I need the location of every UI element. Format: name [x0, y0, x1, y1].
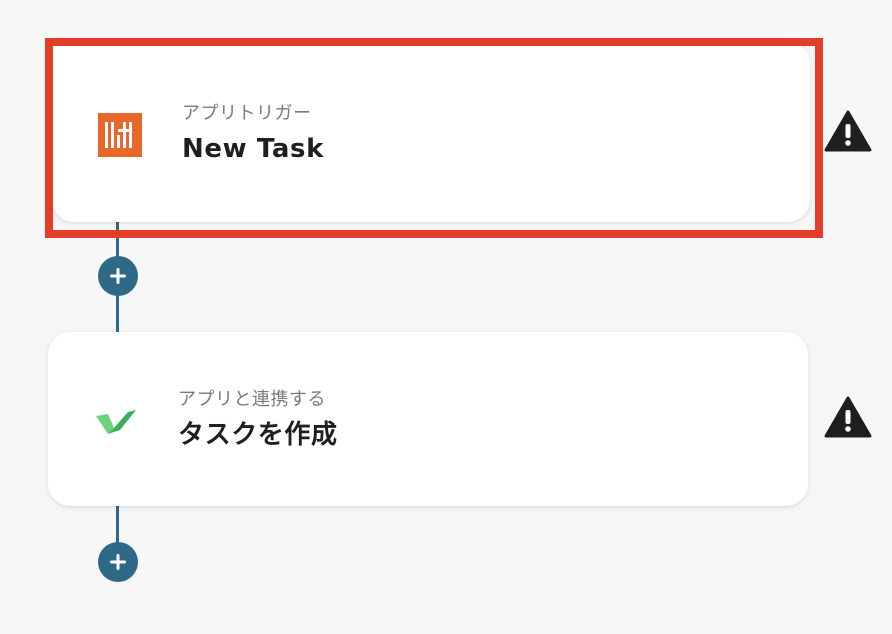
step-subtitle: アプリトリガー: [182, 103, 312, 124]
action-step-text: アプリと連携する タスクを作成: [178, 388, 338, 452]
warning-icon[interactable]: [824, 110, 872, 152]
step-subtitle: アプリと連携する: [178, 389, 326, 410]
add-step-button[interactable]: [98, 256, 138, 296]
trigger-app-logo-icon: [98, 113, 142, 157]
warning-icon[interactable]: [824, 396, 872, 438]
flow-step-action-card[interactable]: アプリと連携する タスクを作成: [48, 332, 808, 506]
plus-icon: [110, 268, 126, 284]
add-step-button[interactable]: [98, 542, 138, 582]
task-app-logo-icon: [94, 406, 138, 436]
trigger-step-text: アプリトリガー New Task: [182, 102, 324, 166]
step-title: タスクを作成: [178, 420, 338, 450]
step-title: New Task: [182, 134, 324, 164]
flow-step-trigger-card[interactable]: アプリトリガー New Task: [52, 42, 810, 222]
plus-icon: [110, 554, 126, 570]
